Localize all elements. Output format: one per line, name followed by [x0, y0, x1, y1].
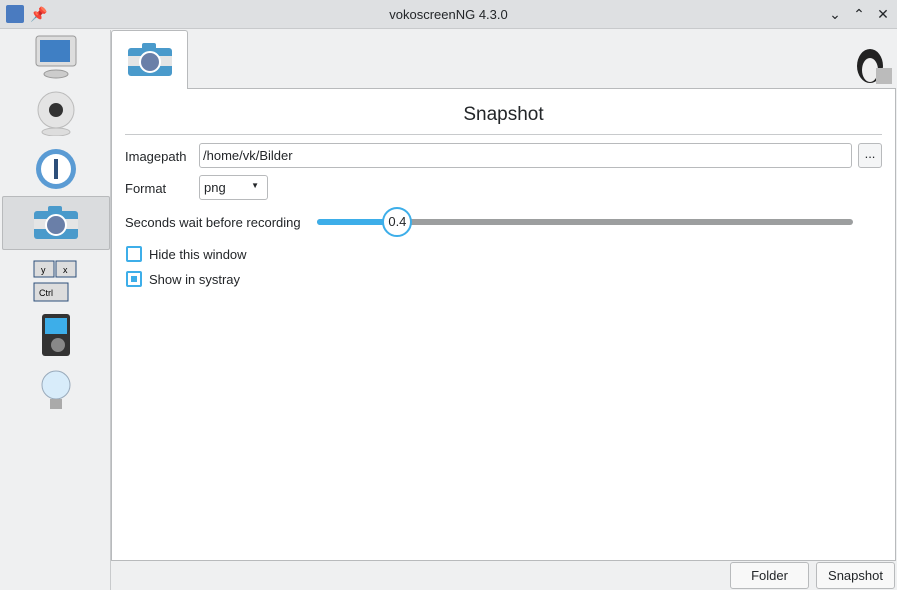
tab-snapshot[interactable]	[111, 30, 188, 89]
format-value: png	[204, 180, 226, 195]
camera-icon	[127, 43, 172, 76]
title-bar: 📌 vokoscreenNG 4.3.0 ⌄ ⌃ ✕	[0, 0, 897, 29]
sidebar-item-player[interactable]	[2, 142, 110, 196]
imagepath-input[interactable]: /home/vk/Bilder	[199, 143, 852, 168]
snapshot-button[interactable]: Snapshot	[816, 562, 895, 589]
sidebar-item-keyboard[interactable]: y x Ctrl	[2, 254, 110, 308]
sidebar-item-media[interactable]	[2, 308, 110, 362]
slider-handle[interactable]: 0.4	[382, 207, 413, 237]
wait-slider[interactable]: 0.4	[317, 207, 853, 237]
lightbulb-icon	[41, 370, 71, 409]
browse-button[interactable]: ...	[858, 143, 882, 168]
media-player-icon	[42, 314, 70, 356]
wait-label: Seconds wait before recording	[125, 215, 301, 230]
snapshot-panel: Snapshot Imagepath /home/vk/Bilder ... F…	[111, 88, 896, 561]
camera-icon	[34, 206, 78, 239]
folder-button[interactable]: Folder	[730, 562, 809, 589]
minimize-icon[interactable]: ⌄	[826, 5, 844, 23]
systray-label[interactable]: Show in systray	[149, 272, 240, 287]
svg-text:x: x	[63, 265, 68, 275]
sidebar-item-info[interactable]	[2, 364, 110, 418]
page-title: Snapshot	[463, 104, 544, 125]
systray-checkbox[interactable]	[126, 271, 142, 287]
sidebar-item-camera[interactable]	[2, 86, 110, 140]
hide-window-checkbox[interactable]	[126, 246, 142, 262]
webcam-icon	[37, 91, 75, 136]
format-label: Format	[125, 181, 167, 196]
linux-tux-icon	[857, 49, 892, 84]
window-title: vokoscreenNG 4.3.0	[389, 7, 508, 22]
divider	[125, 134, 882, 135]
sidebar: y x Ctrl	[0, 30, 111, 590]
player-icon	[36, 149, 76, 189]
imagepath-label: Imagepath	[125, 149, 187, 164]
keyboard-icon: y x Ctrl	[33, 260, 77, 302]
chevron-down-icon: ▼	[251, 181, 259, 190]
svg-text:y: y	[41, 265, 46, 275]
svg-text:Ctrl: Ctrl	[39, 288, 53, 298]
maximize-icon[interactable]: ⌃	[850, 5, 868, 23]
format-select[interactable]: png ▼	[199, 175, 268, 200]
sidebar-item-screencast[interactable]	[2, 30, 110, 84]
monitor-icon	[35, 35, 77, 79]
close-icon[interactable]: ✕	[874, 5, 892, 23]
sidebar-item-snapshot[interactable]	[2, 196, 110, 250]
hide-window-label[interactable]: Hide this window	[149, 247, 247, 262]
